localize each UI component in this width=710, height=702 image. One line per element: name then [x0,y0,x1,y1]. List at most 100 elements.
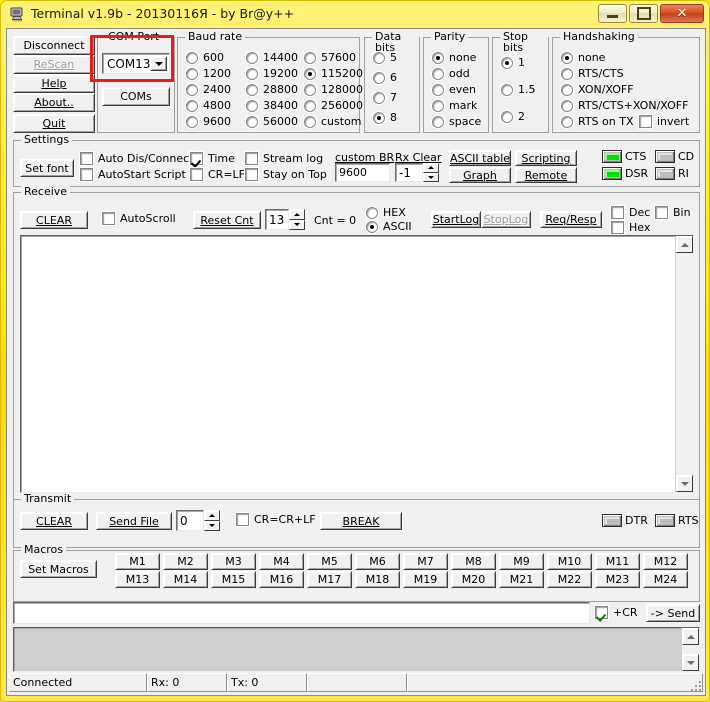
data-bits-radio-6[interactable]: 6 [373,71,397,84]
receive-cnt-spinner[interactable]: 13 [265,209,305,230]
transmit-delay-spin-arrows[interactable] [204,510,220,531]
receive-text-area[interactable] [20,235,694,493]
scroll-up-icon[interactable] [676,236,693,253]
handshaking-radio-rts-cts[interactable]: RTS/CTS [561,67,624,80]
about-button[interactable]: About.. [13,93,95,112]
scroll-down-icon[interactable] [682,654,699,671]
macro-button-m6[interactable]: M6 [355,553,400,570]
custom-br-input[interactable]: 9600 [335,163,390,182]
chevron-down-icon[interactable] [150,56,167,71]
baud-radio-57600[interactable]: 57600 [304,51,356,64]
data-bits-radio-7[interactable]: 7 [373,91,397,104]
spinner-up-icon[interactable] [423,163,439,173]
scripting-button[interactable]: Scripting [515,150,577,166]
handshaking-invert-checkbox[interactable]: invert [639,115,689,128]
macro-button-m10[interactable]: M10 [547,553,592,570]
disconnect-button[interactable]: Disconnect [13,36,95,55]
macro-button-m9[interactable]: M9 [499,553,544,570]
macro-button-m21[interactable]: M21 [499,571,544,588]
coms-button[interactable]: COMs [102,87,170,106]
macro-button-m5[interactable]: M5 [307,553,352,570]
macro-button-m19[interactable]: M19 [403,571,448,588]
data-bits-radio-8[interactable]: 8 [373,111,397,124]
stop-bits-radio-2[interactable]: 2 [501,110,525,123]
help-button[interactable]: Help [13,74,95,93]
macro-button-m3[interactable]: M3 [211,553,256,570]
spinner-down-icon[interactable] [204,521,220,532]
send-file-button[interactable]: Send File [96,512,172,530]
close-button[interactable]: ✕ [660,4,704,23]
plus-cr-checkbox[interactable]: +CR [595,606,638,619]
title-bar[interactable]: TERM Terminal v1.9b - 20130116Я - by Br@… [1,1,710,27]
set-font-button[interactable]: Set font [20,159,74,177]
macro-button-m15[interactable]: M15 [211,571,256,588]
stop-bits-radio-1[interactable]: 1 [501,56,525,69]
reset-cnt-button[interactable]: Reset Cnt [193,211,261,229]
data-bits-radio-5[interactable]: 5 [373,51,397,64]
ascii-table-button[interactable]: ASCII table [449,150,511,166]
rescan-button[interactable]: ReScan [13,55,95,74]
hex-checkbox[interactable]: Hex [611,221,650,234]
baud-radio-4800[interactable]: 4800 [186,99,231,112]
rx-clear-spin-arrows[interactable] [423,163,439,182]
macro-button-m4[interactable]: M4 [259,553,304,570]
remote-button[interactable]: Remote [515,167,577,183]
parity-radio-mark[interactable]: mark [432,99,477,112]
parity-radio-even[interactable]: even [432,83,476,96]
startlog-button[interactable]: StartLog [431,211,481,228]
baud-radio-19200[interactable]: 19200 [246,67,298,80]
receive-cnt-value[interactable]: 13 [265,209,289,230]
cr-crlf-checkbox[interactable]: CR=CR+LF [236,513,316,526]
maximize-button[interactable] [629,4,658,23]
handshaking-radio-none[interactable]: none [561,51,605,64]
receive-mode-radio-hex[interactable]: HEX [366,206,406,219]
baud-radio-128000[interactable]: 128000 [304,83,363,96]
stay-on-top-checkbox[interactable]: Stay on Top [245,168,327,181]
macro-button-m17[interactable]: M17 [307,571,352,588]
macro-button-m1[interactable]: M1 [115,553,160,570]
macro-button-m8[interactable]: M8 [451,553,496,570]
baud-radio-56000[interactable]: 56000 [246,115,298,128]
baud-radio-38400[interactable]: 38400 [246,99,298,112]
transmit-delay-value[interactable]: 0 [176,510,204,531]
baud-radio-256000[interactable]: 256000 [304,99,363,112]
break-button[interactable]: BREAK [320,512,402,530]
rx-clear-value[interactable]: -1 [395,163,423,182]
parity-radio-space[interactable]: space [432,115,481,128]
autoscroll-checkbox[interactable]: AutoScroll [102,212,176,225]
macro-button-m24[interactable]: M24 [643,571,688,588]
handshaking-radio-rts-on-tx[interactable]: RTS on TX [561,115,634,128]
macro-button-m20[interactable]: M20 [451,571,496,588]
macro-button-m7[interactable]: M7 [403,553,448,570]
baud-radio-2400[interactable]: 2400 [186,83,231,96]
parity-radio-none[interactable]: none [432,51,476,64]
set-macros-button[interactable]: Set Macros [20,560,97,578]
handshaking-radio-rts-cts-xon-xoff[interactable]: RTS/CTS+XON/XOFF [561,99,688,112]
receive-cnt-spin-arrows[interactable] [289,209,305,230]
baud-radio-28800[interactable]: 28800 [246,83,298,96]
baud-radio-1200[interactable]: 1200 [186,67,231,80]
spinner-up-icon[interactable] [204,510,220,521]
receive-clear-button[interactable]: CLEAR [20,211,88,229]
receive-mode-radio-ascii[interactable]: ASCII [366,220,412,233]
stop-bits-radio-1-5[interactable]: 1.5 [501,83,536,96]
req-resp-button[interactable]: Req/Resp [540,211,602,228]
scroll-up-icon[interactable] [682,628,699,645]
minimize-button[interactable] [598,4,627,23]
transmit-delay-spinner[interactable]: 0 [176,510,220,531]
send-input[interactable] [13,602,590,624]
transmit-history-area[interactable] [13,627,700,672]
baud-radio-115200[interactable]: 115200 [304,67,363,80]
quit-button[interactable]: Quit [13,114,95,133]
macro-button-m14[interactable]: M14 [163,571,208,588]
cr-equals-lf-checkbox[interactable]: CR=LF [190,168,245,181]
macro-button-m13[interactable]: M13 [115,571,160,588]
spinner-up-icon[interactable] [289,209,305,220]
handshaking-radio-xon-xoff[interactable]: XON/XOFF [561,83,634,96]
baud-radio-14400[interactable]: 14400 [246,51,298,64]
spinner-down-icon[interactable] [289,220,305,231]
dec-checkbox[interactable]: Dec [611,206,650,219]
baud-radio-9600[interactable]: 9600 [186,115,231,128]
macro-button-m18[interactable]: M18 [355,571,400,588]
spinner-down-icon[interactable] [423,173,439,183]
